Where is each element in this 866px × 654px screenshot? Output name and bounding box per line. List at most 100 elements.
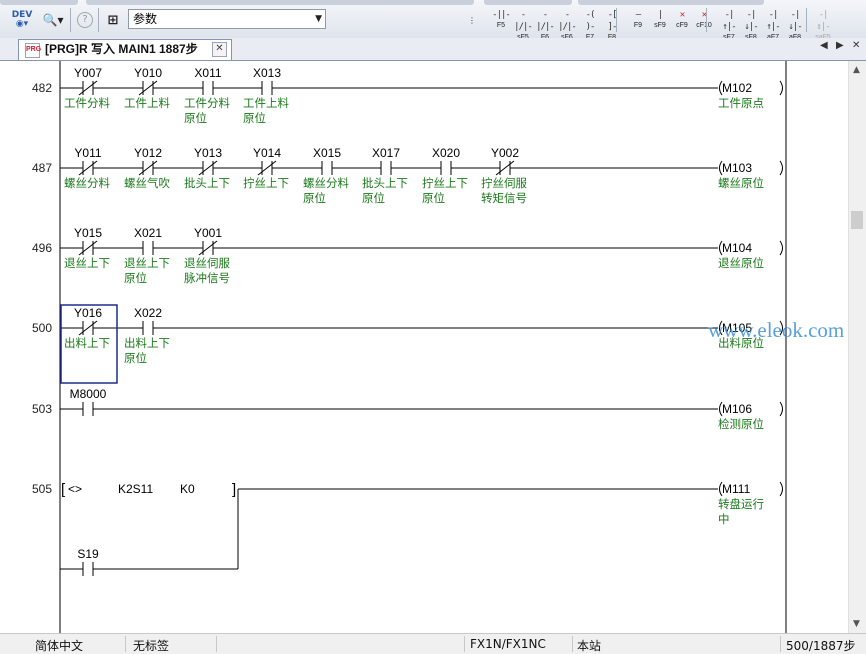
- ladder-symbol-icon: -|↑|-: [722, 10, 736, 32]
- toolbar-strip: [0, 0, 78, 5]
- contact-comment: 工件分料: [184, 96, 230, 110]
- contact-comment: 工件上料: [124, 96, 170, 110]
- rung-step-number: 482: [32, 81, 52, 95]
- device-search-button[interactable]: 🔍▾: [40, 10, 66, 30]
- coil-device-label: M104: [722, 241, 752, 255]
- help-button[interactable]: ?: [74, 10, 96, 30]
- contact-comment: 原位: [422, 191, 445, 205]
- device-monitor-button[interactable]: DEV ◉▾: [8, 10, 36, 30]
- fkey-f5-button[interactable]: -||- F5: [490, 9, 512, 33]
- fkey-label: F9: [633, 22, 643, 29]
- rung-step-number: 487: [32, 161, 52, 175]
- ladder-symbol-icon: -||-: [492, 10, 511, 20]
- compare-operand-2: K0: [180, 482, 195, 496]
- toolbar: DEV◉▾ 🔍▾ ? ⊞ 参数 ▼ ⋮ -||-F5-|/|-sF5-|/|-F…: [0, 0, 866, 41]
- tab-main1[interactable]: PRG [PRG]R 写入 MAIN1 1887步 ✕: [18, 39, 232, 60]
- fkey-af8-button[interactable]: -|↓|-aF8: [784, 9, 806, 41]
- program-icon: PRG: [25, 43, 41, 58]
- contact-device-label: X011: [194, 66, 221, 80]
- contact-comment: 原位: [303, 191, 326, 205]
- fkey-f8-button[interactable]: -[ ]-F8: [601, 9, 623, 41]
- contact-device-label: Y010: [134, 66, 162, 80]
- scroll-down-icon[interactable]: ▼: [853, 619, 860, 629]
- contact-comment: 转矩信号: [481, 191, 527, 205]
- fkey-f6-button[interactable]: -|/|-F6: [534, 9, 556, 41]
- fkey-saf5-button[interactable]: -|↕|-saF5: [812, 9, 834, 41]
- contact-device-label: S19: [77, 547, 99, 561]
- ladder-symbol-icon: —: [635, 10, 641, 20]
- vertical-scrollbar[interactable]: ▲ ▼: [848, 61, 866, 633]
- fkey-label: F5: [496, 22, 506, 29]
- contact-comment: 批头上下: [184, 176, 230, 190]
- ladder-symbol-icon: -|↓|-: [744, 10, 758, 32]
- fkey-label: sF9: [654, 22, 666, 29]
- watermark: www.eleok.com: [708, 318, 845, 342]
- ladder-editor[interactable]: 482 Y007 工件分料 Y010 工件上料 X011 工件分料 原位 X013 工件上料 原位 M…: [0, 61, 848, 633]
- status-station: 本站: [577, 639, 602, 653]
- coil-right-arc: [779, 160, 783, 176]
- contact-device-label: X013: [253, 66, 281, 80]
- contact-comment: 原位: [124, 351, 147, 365]
- contact-comment: 退丝上下: [64, 256, 110, 270]
- coil-comment: 螺丝原位: [718, 176, 764, 190]
- ladder-symbol-icon: -|/|-: [558, 10, 577, 32]
- close-icon[interactable]: ✕: [212, 42, 227, 57]
- scroll-thumb[interactable]: [851, 211, 863, 229]
- fkey-f7-button[interactable]: -( )-F7: [579, 9, 601, 41]
- coil-right-arc: [779, 240, 783, 256]
- contact-comment: 螺丝分料: [64, 176, 110, 190]
- status-divider: [464, 636, 465, 652]
- ladder-symbol-icon: -[ ]-: [607, 10, 618, 32]
- fkey-sf6-button[interactable]: -|/|-sF6: [556, 9, 578, 41]
- ladder-symbol-icon: ✕: [701, 10, 707, 20]
- contact-comment: 出料上下: [124, 336, 170, 350]
- contact-device-label: X015: [313, 146, 341, 160]
- contact-comment: 工件上料: [243, 96, 289, 110]
- ladder-symbol-icon: -|↕|-: [816, 10, 830, 32]
- ladder-symbol-icon: -|↑|-: [766, 10, 780, 32]
- toolbar-grip: ⋮: [468, 15, 476, 25]
- contact-device-label: Y007: [74, 66, 102, 80]
- fkey-af7-button[interactable]: -|↑|-aF7: [762, 9, 784, 41]
- contact-device-label: Y015: [74, 226, 102, 240]
- fkey-sf5-button[interactable]: -|/|-sF5: [512, 9, 534, 41]
- help-icon: ?: [77, 12, 93, 28]
- tab-scroll-right-icon[interactable]: ▶: [836, 40, 844, 51]
- search-scope-combo[interactable]: 参数 ▼: [128, 9, 326, 29]
- contact-comment: 原位: [124, 271, 147, 285]
- coil-device-label: M111: [722, 482, 751, 496]
- contact-device-label: M8000: [70, 387, 107, 401]
- contact-comment: 拧丝伺服: [481, 176, 527, 190]
- rung-step-number: 505: [32, 482, 52, 496]
- rung-step-number: 503: [32, 402, 52, 416]
- chevron-down-icon: ▼: [315, 14, 322, 24]
- status-plc-type: FX1N/FX1NC: [470, 637, 546, 651]
- binoculars-button[interactable]: ⊞: [102, 10, 124, 30]
- scroll-up-icon[interactable]: ▲: [853, 65, 860, 75]
- close-window-icon[interactable]: ✕: [852, 40, 860, 51]
- toolbar-separator: [806, 8, 807, 32]
- ladder-symbol-icon: -( )-: [585, 10, 596, 32]
- fkey-sf8-button[interactable]: -|↓|-sF8: [740, 9, 762, 41]
- contact-device-label: Y014: [253, 146, 281, 160]
- fkey-sf9-button[interactable]: | sF9: [649, 9, 671, 33]
- toolbar-separator: [70, 8, 71, 32]
- contact-comment: 原位: [362, 191, 385, 205]
- tab-scroll-left-icon[interactable]: ◀: [820, 40, 828, 51]
- ladder-symbol-icon: |: [657, 10, 663, 20]
- coil-right-arc: [779, 401, 783, 417]
- fkey-f9-button[interactable]: — F9: [627, 9, 649, 33]
- contact-device-label: X020: [432, 146, 460, 160]
- fkey-label: cF10: [696, 22, 712, 29]
- ladder-symbol-icon: -|↓|-: [788, 10, 802, 32]
- fkey-cf10-button[interactable]: ✕ cF10: [693, 9, 715, 33]
- fkey-cf9-button[interactable]: ✕ cF9: [671, 9, 693, 33]
- ladder-diagram[interactable]: 482 Y007 工件分料 Y010 工件上料 X011 工件分料原位 X013 工件上料原位 M…: [0, 61, 848, 633]
- contact-device-label: X017: [372, 146, 400, 160]
- ladder-symbol-icon: -|/|-: [536, 10, 555, 32]
- tab-bar: PRG [PRG]R 写入 MAIN1 1887步 ✕: [0, 38, 866, 61]
- fkey-sf7-button[interactable]: -|↑|-sF7: [718, 9, 740, 41]
- contact-device-label: Y002: [491, 146, 519, 160]
- coil-comment: 检测原位: [718, 417, 764, 431]
- status-divider: [780, 636, 781, 652]
